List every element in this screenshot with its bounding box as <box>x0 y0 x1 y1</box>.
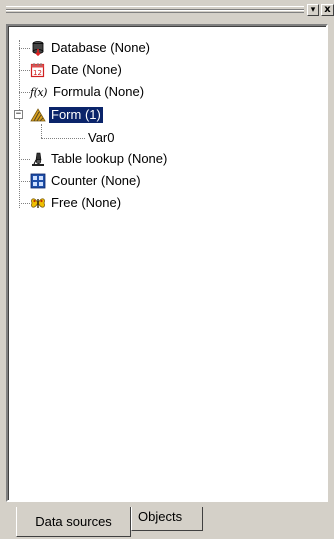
data-sources-tree[interactable]: Database (None) 12 Date (None) f(x) Form… <box>6 24 328 502</box>
panel-titlebar: ▾ x <box>0 0 334 20</box>
tree-trunk-line <box>19 40 20 208</box>
counter-icon <box>30 173 46 189</box>
tree-node-label: Form (1) <box>48 106 104 124</box>
tree-node-table-lookup[interactable]: Table lookup (None) <box>30 150 169 168</box>
tree-node-label: Database (None) <box>51 40 150 55</box>
tree-node-label: Counter (None) <box>51 173 141 188</box>
tab-data-sources[interactable]: Data sources <box>16 507 131 537</box>
tree-node-label: Var0 <box>88 130 115 145</box>
tree-branch-line <box>19 70 30 71</box>
tree-branch-line <box>19 203 30 204</box>
tree-node-date[interactable]: 12 Date (None) <box>30 61 124 79</box>
tree-branch-line <box>19 48 30 49</box>
tree-node-counter[interactable]: Counter (None) <box>30 172 143 190</box>
tree-node-free[interactable]: Free (None) <box>30 194 123 212</box>
function-icon-text: f(x) <box>30 86 47 99</box>
calendar-icon: 12 <box>30 62 46 78</box>
tree-node-database[interactable]: Database (None) <box>30 39 152 57</box>
database-icon <box>30 40 46 57</box>
form-icon <box>30 107 46 123</box>
drag-grip[interactable] <box>6 6 304 13</box>
tree-branch-line <box>19 181 30 182</box>
collapse-toggle[interactable]: − <box>14 110 23 119</box>
tab-objects[interactable]: Objects <box>131 507 203 531</box>
tree-node-label: Date (None) <box>51 62 122 77</box>
tree-node-label: Free (None) <box>51 195 122 210</box>
tree-branch-line <box>19 159 30 160</box>
svg-text:12: 12 <box>33 69 42 77</box>
free-icon <box>30 195 46 211</box>
tree-node-var0[interactable]: Var0 <box>86 129 117 147</box>
close-button[interactable]: x <box>321 4 334 16</box>
tree-node-label: Formula (None) <box>53 84 145 99</box>
lookup-icon <box>30 151 46 167</box>
tree-node-label: Table lookup (None) <box>51 151 168 166</box>
tree-child-line <box>41 124 42 138</box>
tree-child-branch-line <box>41 138 85 139</box>
tree-node-form[interactable]: Form (1) <box>30 106 104 124</box>
dropdown-button[interactable]: ▾ <box>307 4 319 16</box>
function-icon: f(x) <box>30 84 50 100</box>
tree-node-formula[interactable]: f(x) Formula (None) <box>30 83 146 101</box>
tree-branch-line <box>19 92 30 93</box>
tab-strip: Data sources Objects <box>0 502 334 539</box>
